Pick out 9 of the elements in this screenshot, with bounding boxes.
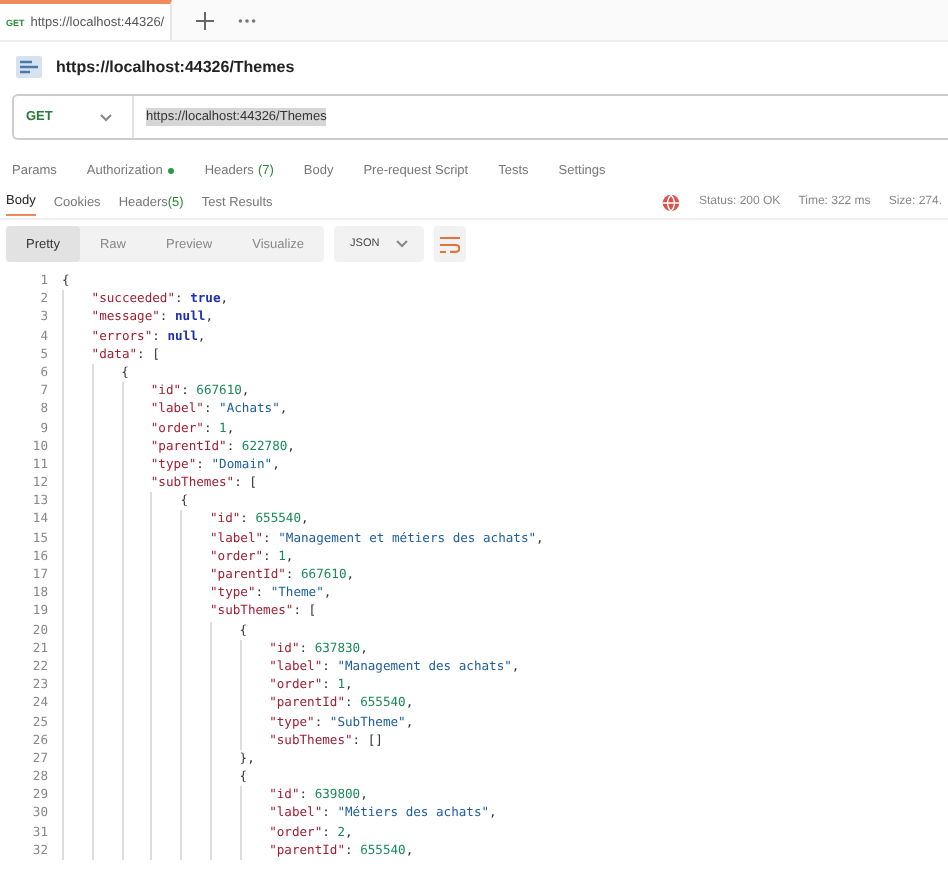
caret-icon [395, 240, 408, 248]
wrap-button[interactable] [433, 226, 466, 262]
plus-icon[interactable] [196, 11, 214, 29]
request-title: https://localhost:44326/Themes [56, 57, 295, 75]
more-icon[interactable] [238, 17, 256, 23]
globe-icon[interactable] [662, 193, 681, 211]
caret-icon [100, 113, 112, 121]
wrap-lines-icon [439, 235, 460, 253]
request-icon [16, 55, 42, 77]
